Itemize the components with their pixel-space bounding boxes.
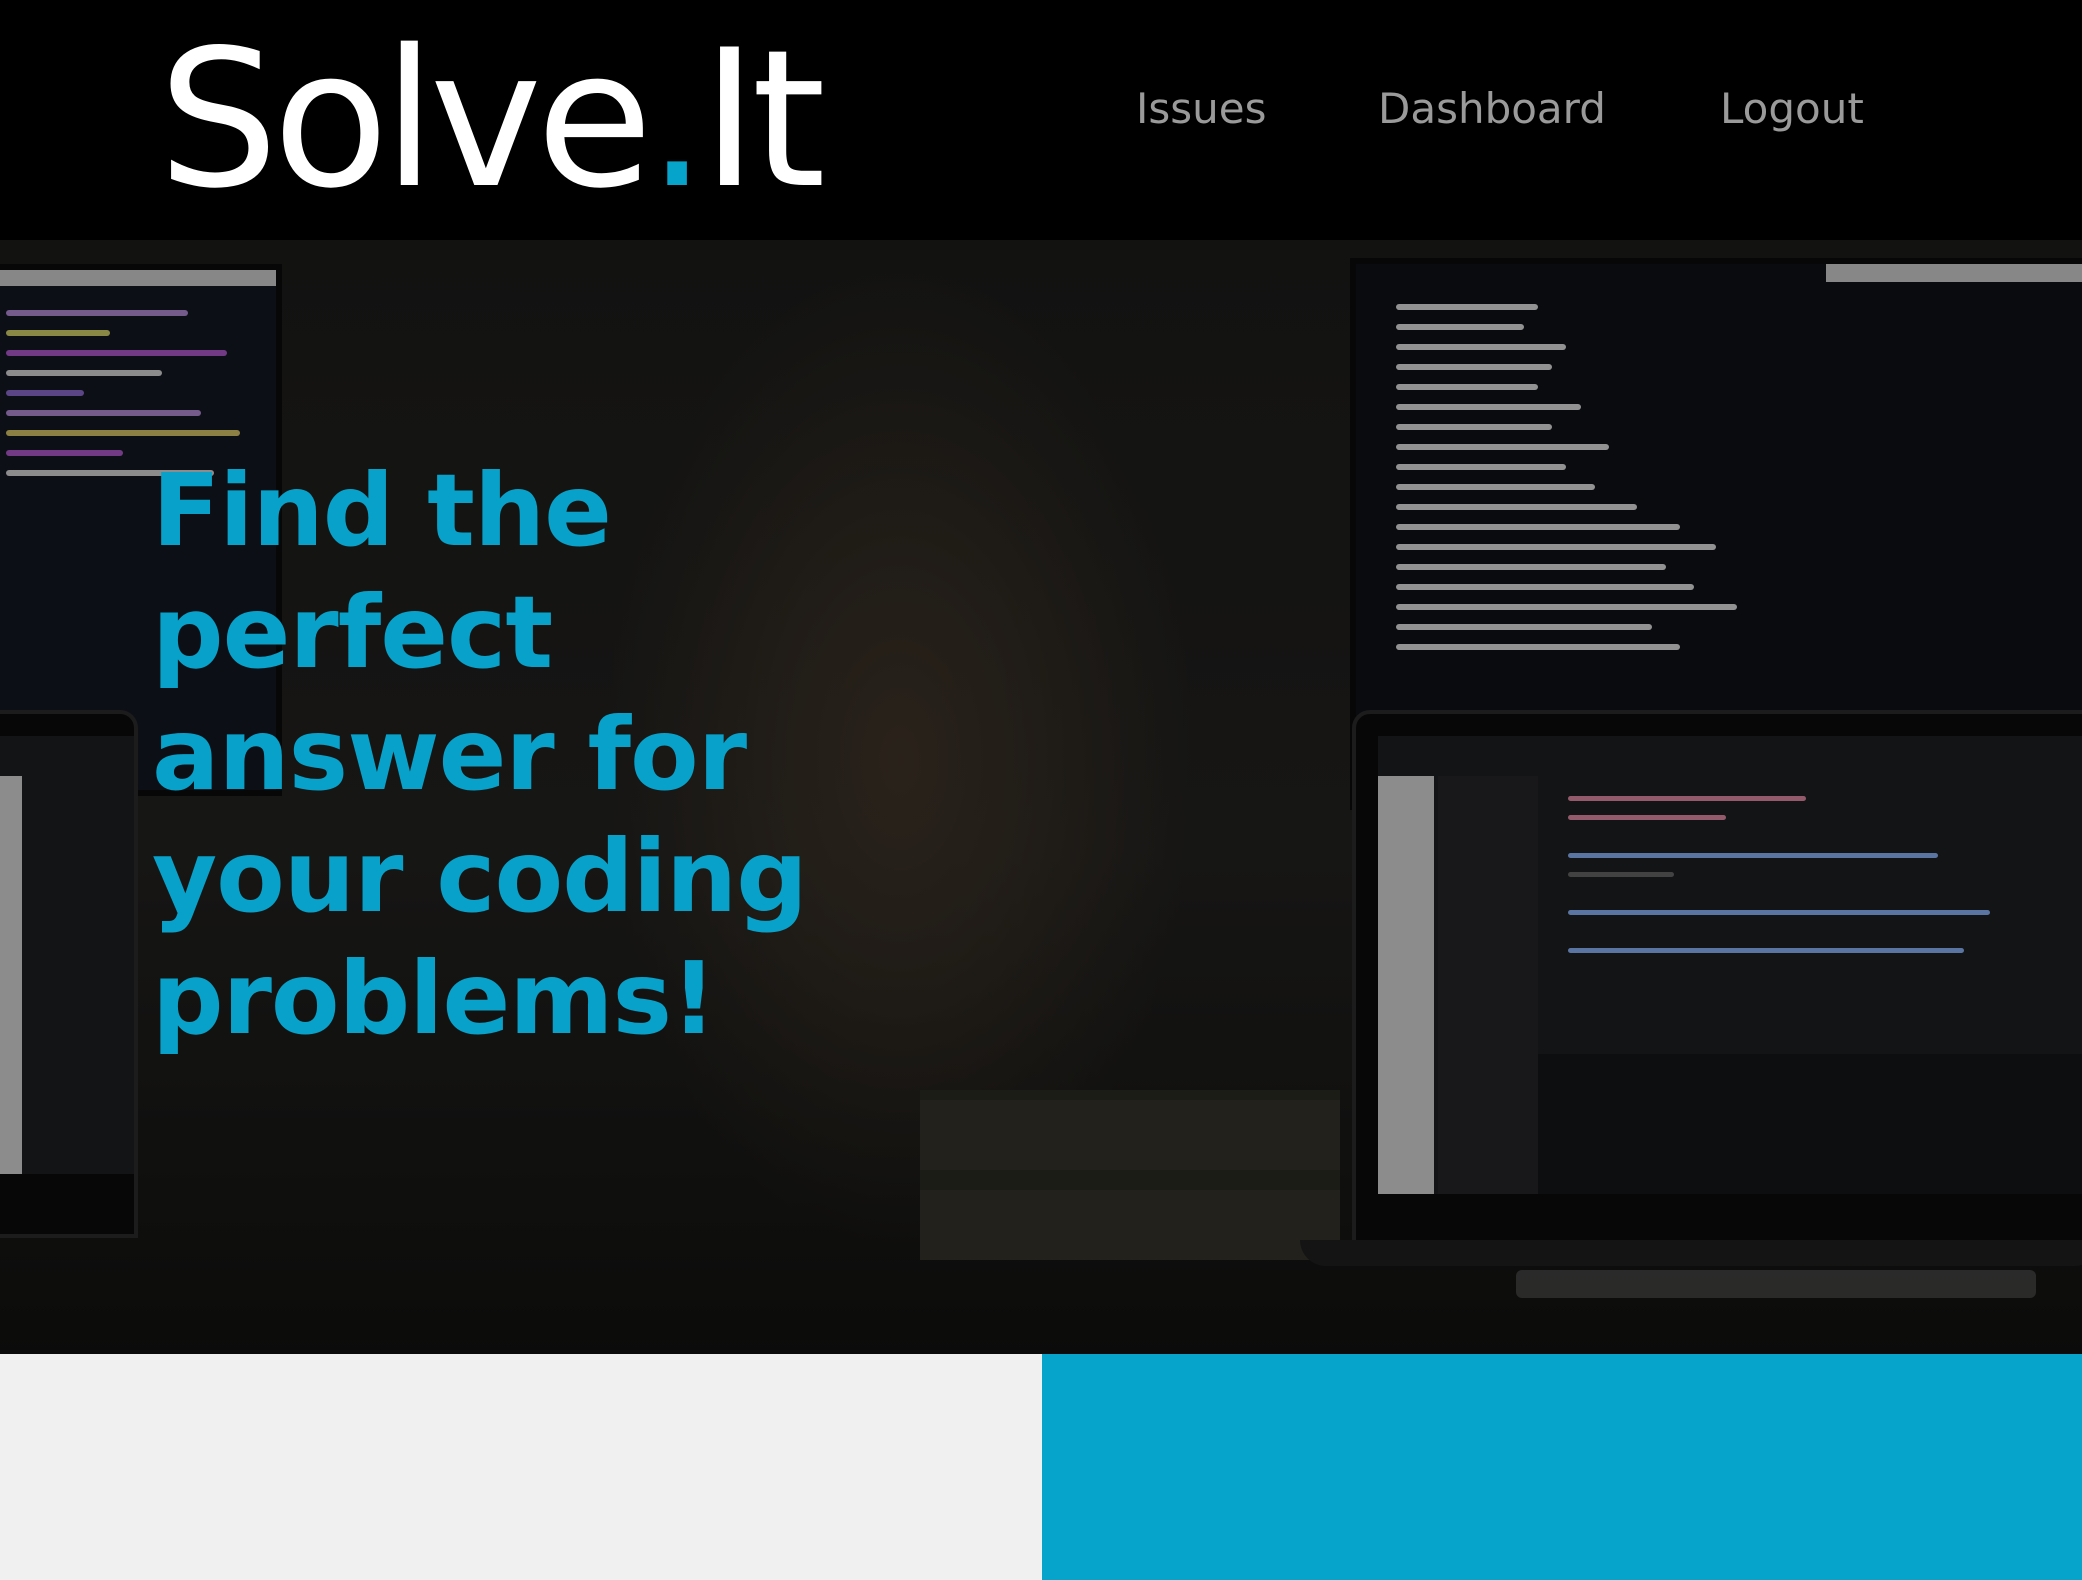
main-nav: Issues Dashboard Logout [0, 84, 2082, 148]
hero-title-line: answer for [152, 696, 747, 813]
left-content-panel [0, 1354, 1042, 1580]
nav-logout-link[interactable]: Logout [1720, 84, 1864, 133]
site-header: Solve. It Issues Dashboard Logout [0, 0, 2082, 240]
hero-title-line: Find the [152, 452, 612, 569]
right-content-panel [1042, 1354, 2082, 1580]
hero-title-line: problems! [152, 940, 717, 1057]
hero-section: Find the perfect answer for your coding … [0, 240, 2082, 1354]
hero-title-line: your coding [152, 818, 808, 935]
hero-title: Find the perfect answer for your coding … [152, 450, 852, 1060]
nav-issues-link[interactable]: Issues [1136, 84, 1267, 133]
hero-title-line: perfect [152, 574, 553, 691]
nav-dashboard-link[interactable]: Dashboard [1378, 84, 1606, 133]
